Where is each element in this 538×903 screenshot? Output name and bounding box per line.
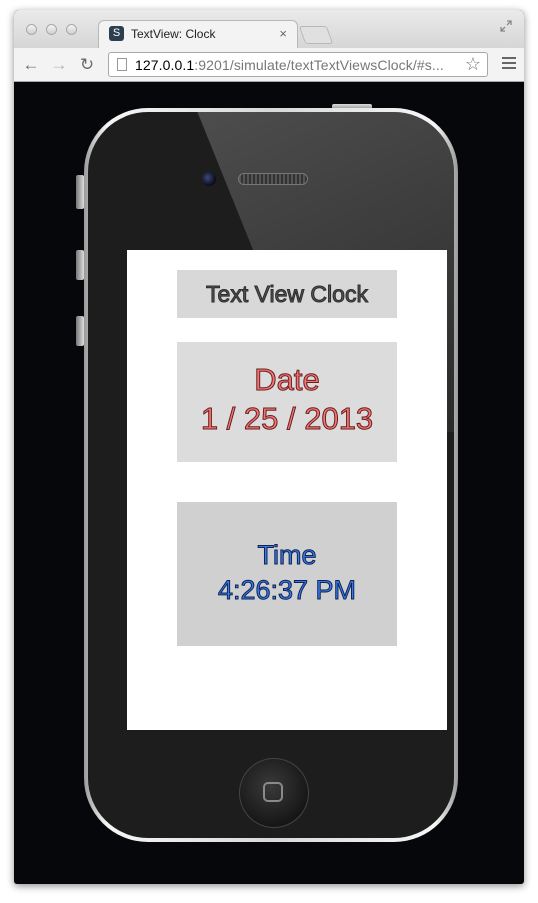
browser-toolbar: ← → ↻ 127.0.0.1:9201/simulate/textTextVi… [14,48,524,82]
speaker-grille [238,173,308,185]
url-text: 127.0.0.1:9201/simulate/textTextViewsClo… [135,57,444,73]
tab-strip: S TextView: Clock × [14,10,524,48]
phone-screen: Text View Clock Date 1 / 25 / 2013 Time … [127,250,447,730]
phone-frame: Text View Clock Date 1 / 25 / 2013 Time … [84,108,458,842]
phone-body: Text View Clock Date 1 / 25 / 2013 Time … [88,112,454,838]
forward-icon[interactable]: → [50,56,68,74]
time-panel: Time 4:26:37 PM [177,502,397,646]
home-button[interactable] [239,758,309,828]
bookmark-star-icon[interactable]: ☆ [465,54,481,75]
home-square-icon [263,782,283,802]
mute-switch [76,175,84,209]
close-window-icon[interactable] [26,24,37,35]
menu-icon[interactable] [502,57,516,71]
date-panel: Date 1 / 25 / 2013 [177,342,397,462]
new-tab-button[interactable] [298,26,334,44]
zoom-window-icon[interactable] [66,24,77,35]
time-value: 4:26:37 PM [217,575,357,606]
browser-window: S TextView: Clock × ← → ↻ 127.0.0.1:9201… [14,10,524,884]
tab-close-icon[interactable]: × [279,26,287,41]
back-icon[interactable]: ← [22,56,40,74]
tab-textview-clock[interactable]: S TextView: Clock × [98,20,298,48]
favicon-icon: S [109,26,124,41]
tab-title: TextView: Clock [131,27,216,41]
date-label: Date [254,362,320,398]
volume-up-button [76,250,84,280]
camera-icon [202,172,216,186]
app-title: Text View Clock [177,270,397,318]
time-label: Time [257,540,317,571]
address-bar[interactable]: 127.0.0.1:9201/simulate/textTextViewsClo… [108,52,488,77]
minimize-window-icon[interactable] [46,24,57,35]
volume-down-button [76,316,84,346]
fullscreen-icon[interactable] [500,20,512,32]
reload-icon[interactable]: ↻ [78,56,96,74]
date-value: 1 / 25 / 2013 [200,401,374,437]
page-icon [117,58,127,71]
